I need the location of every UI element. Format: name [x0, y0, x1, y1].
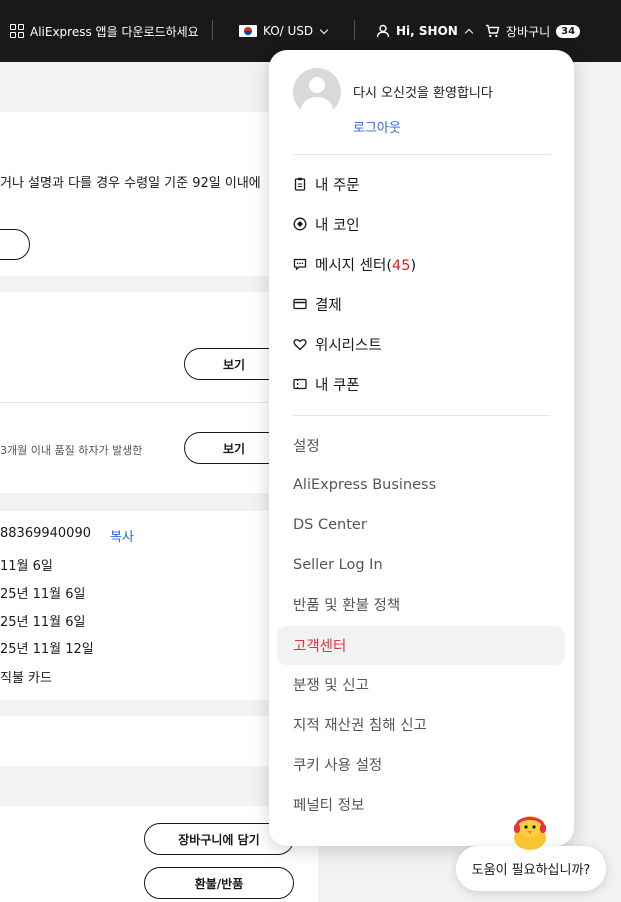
logout-link[interactable]: 로그아웃	[353, 117, 401, 136]
refund-return-button[interactable]: 환불/반품	[144, 867, 294, 899]
menu-my-coupons[interactable]: 내 쿠폰	[293, 371, 550, 397]
dropdown-divider	[293, 415, 550, 416]
coin-icon	[293, 217, 307, 231]
menu-cookie-settings[interactable]: 쿠키 사용 설정	[293, 751, 550, 777]
topbar-divider	[212, 20, 213, 40]
qr-code-icon	[10, 24, 24, 38]
menu-my-orders[interactable]: 내 주문	[293, 171, 550, 197]
delivery-date: 25년 11월 12일	[0, 642, 94, 657]
app-download-label: AliExpress 앱을 다운로드하세요	[30, 24, 199, 39]
avatar	[293, 68, 341, 116]
menu-payment[interactable]: 결제	[293, 291, 550, 317]
cart-label: 장바구니	[506, 24, 551, 39]
payment-date: 25년 11월 6일	[0, 587, 86, 602]
menu-disputes-reports[interactable]: 분쟁 및 신고	[293, 671, 550, 697]
message-count: 45	[391, 257, 411, 274]
heart-icon	[293, 337, 307, 351]
menu-seller-login[interactable]: Seller Log In	[293, 552, 550, 578]
menu-my-coins[interactable]: 내 코인	[293, 211, 550, 237]
shipping-date: 25년 11월 6일	[0, 615, 86, 630]
chevron-up-icon	[464, 28, 474, 37]
menu-label: 결제	[315, 297, 342, 314]
account-dropdown: 다시 오신것을 환영합니다 로그아웃 내 주문 내 코인 메시지 센터(45) …	[269, 50, 574, 846]
dropdown-divider	[293, 154, 550, 155]
menu-label: 내 주문	[315, 177, 360, 194]
help-chat-button[interactable]: 도움이 필요하십니까?	[456, 846, 606, 891]
menu-label: 내 코인	[315, 217, 360, 234]
card-icon	[293, 297, 307, 311]
cart-count-badge: 34	[556, 24, 581, 38]
menu-label: 메시지 센터	[315, 257, 387, 274]
chevron-down-icon	[319, 25, 329, 34]
menu-ip-infringement[interactable]: 지적 재산권 침해 신고	[293, 711, 550, 737]
welcome-message: 다시 오신것을 환영합니다	[353, 86, 493, 101]
order-number: 88369940090	[0, 526, 91, 541]
locale-label: KO/ USD	[263, 24, 314, 38]
topbar-divider	[354, 20, 355, 40]
menu-wishlist[interactable]: 위시리스트	[293, 331, 550, 357]
message-icon	[293, 257, 307, 271]
user-icon	[376, 24, 390, 38]
menu-label: 내 쿠폰	[315, 377, 360, 394]
order-date: 11월 6일	[0, 559, 53, 574]
menu-settings[interactable]: 설정	[293, 432, 550, 458]
korea-flag-icon	[239, 25, 257, 37]
menu-return-refund-policy[interactable]: 반품 및 환불 정책	[293, 591, 550, 617]
user-greeting: Hi, SHON	[396, 24, 458, 38]
menu-message-center[interactable]: 메시지 센터(45)	[293, 251, 550, 277]
coupon-icon	[293, 377, 307, 391]
menu-aliexpress-business[interactable]: AliExpress Business	[293, 472, 550, 498]
menu-customer-center[interactable]: 고객센터	[277, 626, 565, 665]
cart-icon	[486, 24, 500, 38]
return-notice-text: 거나 설명과 다를 경우 수령일 기준 92일 이내에	[0, 176, 261, 191]
copy-order-number-link[interactable]: 복사	[110, 526, 134, 545]
app-download-link[interactable]: AliExpress 앱을 다운로드하세요	[10, 0, 199, 62]
payment-method: 직불 카드	[0, 671, 52, 686]
menu-ds-center[interactable]: DS Center	[293, 512, 550, 538]
clipboard-icon	[293, 177, 307, 191]
help-label: 도움이 필요하십니까?	[471, 863, 591, 878]
mascot-icon	[514, 816, 546, 850]
quality-guarantee-text: 3개월 이내 품질 하자가 발생한	[0, 444, 143, 457]
notice-action-button[interactable]	[0, 229, 30, 260]
menu-label: 위시리스트	[315, 337, 382, 354]
